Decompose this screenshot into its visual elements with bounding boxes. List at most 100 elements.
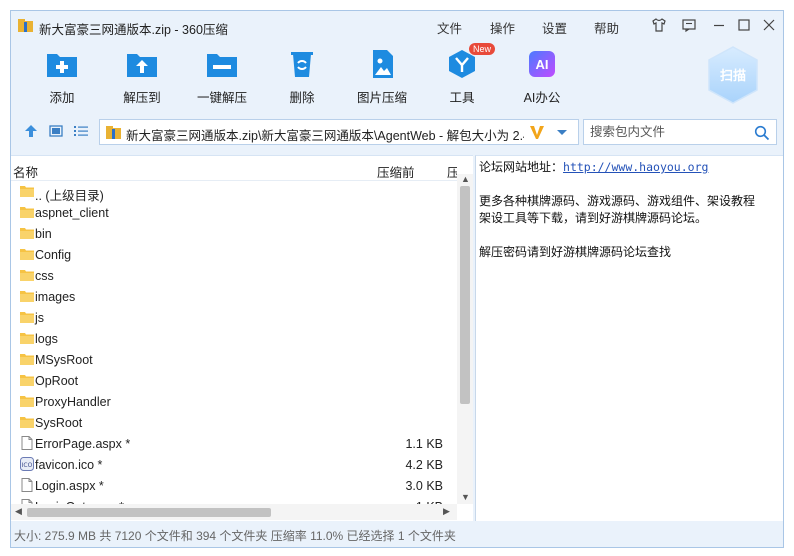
tools-button[interactable]: New 工具 <box>427 43 497 109</box>
add-label: 添加 <box>49 91 75 105</box>
folder-icon <box>20 186 34 197</box>
archive-comment-pane: 论坛网站地址：http://www.haoyou.org 更多各种棋牌源码、游戏… <box>475 155 783 521</box>
svg-text:ICO: ICO <box>22 462 33 469</box>
one-click-extract-label: 一键解压 <box>196 91 247 105</box>
list-view-icon[interactable] <box>73 124 89 138</box>
file-size: 3.0 KB <box>405 479 443 493</box>
file-name: bin <box>35 227 52 241</box>
one-click-extract-button[interactable]: 一键解压 <box>187 49 257 109</box>
forum-link[interactable]: http://www.haoyou.org <box>563 160 708 174</box>
address-bar[interactable]: 新大富豪三网通版本.zip\新大富豪三网通版本\AgentWeb - 解包大小为… <box>99 119 579 145</box>
file-row[interactable]: images <box>11 286 459 307</box>
file-row[interactable]: ProxyHandler <box>11 391 459 412</box>
feedback-icon[interactable] <box>681 17 697 33</box>
folder-icon <box>20 333 34 344</box>
scroll-left-arrow-icon[interactable]: ◀ <box>15 506 22 517</box>
file-row[interactable]: ErrorPage.aspx * 1.1 KB <box>11 433 459 454</box>
file-row[interactable]: MSysRoot <box>11 349 459 370</box>
thumbnail-view-icon[interactable] <box>48 124 64 138</box>
file-name: css <box>35 269 54 283</box>
add-button[interactable]: 添加 <box>27 49 97 109</box>
extract-to-button[interactable]: 解压到 <box>107 49 177 109</box>
menu-help[interactable]: 帮助 <box>594 18 619 37</box>
one-click-extract-icon <box>207 54 237 77</box>
folder-icon <box>20 291 34 302</box>
file-row[interactable]: SysRoot <box>11 412 459 433</box>
file-name: favicon.ico * <box>35 458 103 472</box>
file-size: 4.2 KB <box>405 458 443 472</box>
zip-app-icon <box>18 19 33 32</box>
delete-button[interactable]: 删除 <box>267 49 337 109</box>
folder-icon <box>20 396 34 407</box>
folder-icon <box>20 312 34 323</box>
minimize-icon[interactable] <box>711 17 727 33</box>
file-row[interactable]: css <box>11 265 459 286</box>
scroll-right-arrow-icon[interactable]: ▶ <box>443 506 450 517</box>
file-row[interactable]: aspnet_client <box>11 202 459 223</box>
file-row[interactable]: Config <box>11 244 459 265</box>
vertical-scroll-thumb[interactable] <box>460 186 470 404</box>
ico-file-icon: ICO <box>20 457 34 471</box>
file-row[interactable]: bin <box>11 223 459 244</box>
folder-icon <box>20 249 34 260</box>
add-icon <box>47 54 77 77</box>
horizontal-scroll-thumb[interactable] <box>27 508 271 517</box>
file-size: 1.1 KB <box>405 437 443 451</box>
ai-office-button[interactable]: AI AI办公 <box>507 49 577 109</box>
scroll-down-arrow-icon[interactable]: ▼ <box>461 492 470 502</box>
file-row[interactable]: logs <box>11 328 459 349</box>
folder-icon <box>20 207 34 218</box>
vertical-scrollbar[interactable]: ▲ ▼ <box>457 174 473 504</box>
address-path: 新大富豪三网通版本.zip\新大富豪三网通版本\AgentWeb - 解包大小为… <box>126 129 524 143</box>
file-name: ProxyHandler <box>35 395 111 409</box>
search-box[interactable] <box>583 119 777 145</box>
recycle-bin-icon <box>291 52 313 77</box>
file-row[interactable]: ICO favicon.ico * 4.2 KB <box>11 454 459 475</box>
file-name: OpRoot <box>35 374 79 388</box>
file-icon <box>21 436 33 450</box>
zip-file-icon <box>106 126 121 139</box>
scan-button[interactable]: 扫描 <box>705 45 761 105</box>
extract-to-label: 解压到 <box>123 91 161 105</box>
file-name: images <box>35 290 76 304</box>
file-name: aspnet_client <box>35 206 109 220</box>
app-window: 新大富豪三网通版本.zip - 360压缩 文件 操作 设置 帮助 添加 解压到… <box>10 10 784 548</box>
maximize-icon[interactable] <box>736 17 752 33</box>
horizontal-scrollbar[interactable]: ◀ ▶ <box>11 504 457 520</box>
close-icon[interactable] <box>761 17 777 33</box>
menu-operation[interactable]: 操作 <box>490 18 515 37</box>
file-row[interactable]: OpRoot <box>11 370 459 391</box>
info-line-more: 更多各种棋牌源码、游戏源码、游戏组件、架设教程 <box>479 194 756 208</box>
folder-icon <box>20 228 34 239</box>
image-compress-button[interactable]: 图片压缩 <box>347 49 417 109</box>
file-list-pane: 名称 压缩前 压 .. (上级目录) aspnet_clientbin Config… <box>11 155 473 521</box>
skin-shirt-icon[interactable] <box>651 17 667 33</box>
column-header-packed[interactable]: 压缩前 <box>377 162 415 181</box>
folder-icon <box>20 354 34 365</box>
address-dropdown-icon[interactable] <box>556 129 568 137</box>
menu-settings[interactable]: 设置 <box>542 18 567 37</box>
new-badge: New <box>469 43 496 55</box>
column-header-extra[interactable]: 压 <box>447 162 457 181</box>
file-row[interactable]: .. (上级目录) <box>11 181 459 203</box>
column-header-name[interactable]: 名称 <box>13 162 38 181</box>
scroll-up-arrow-icon[interactable]: ▲ <box>461 174 470 184</box>
v-logo-icon <box>530 126 544 139</box>
search-icon[interactable] <box>754 125 770 141</box>
file-row[interactable]: Login.aspx * 3.0 KB <box>11 475 459 496</box>
file-name: logs <box>35 332 58 346</box>
menu-file[interactable]: 文件 <box>437 18 462 37</box>
info-line-tools: 架设工具等下载，请到好游棋牌源码论坛。 <box>479 211 708 225</box>
info-line-forum: 论坛网站地址：http://www.haoyou.org <box>479 159 708 176</box>
up-arrow-icon[interactable] <box>23 124 39 138</box>
file-name: js <box>35 311 45 325</box>
scan-label: 扫描 <box>720 68 746 84</box>
file-name: MSysRoot <box>35 353 93 367</box>
folder-icon <box>20 417 34 428</box>
file-name: SysRoot <box>35 416 83 430</box>
image-compress-label: 图片压缩 <box>356 91 407 105</box>
search-input[interactable] <box>584 120 748 144</box>
title-bar: 新大富豪三网通版本.zip - 360压缩 文件 操作 设置 帮助 <box>11 11 783 41</box>
folder-icon <box>20 375 34 386</box>
file-row[interactable]: js <box>11 307 459 328</box>
